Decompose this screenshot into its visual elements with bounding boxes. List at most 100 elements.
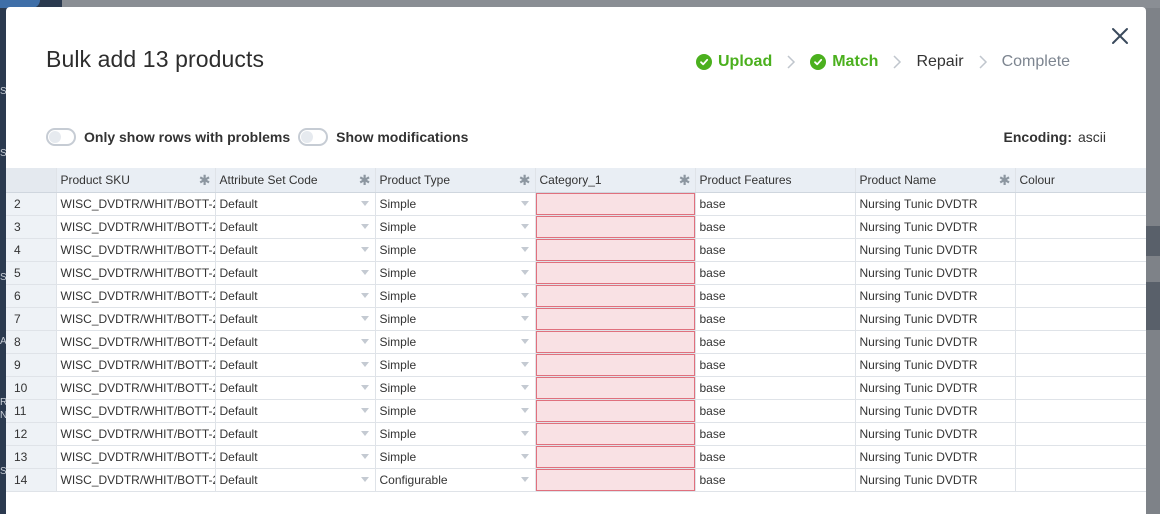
cell-product-type[interactable]: Simple	[375, 376, 536, 400]
cell-product-name[interactable]: Nursing Tunic DVDTR	[855, 353, 1016, 377]
dropdown-arrow-icon[interactable]	[520, 292, 529, 298]
cell-sku[interactable]: WISC_DVDTR/WHIT/BOTT-2	[56, 353, 216, 377]
cell-sku[interactable]: WISC_DVDTR/WHIT/BOTT-2	[56, 284, 216, 308]
cell-product-type[interactable]: Simple	[375, 399, 536, 423]
dropdown-arrow-icon[interactable]	[360, 384, 369, 390]
cell-features[interactable]: base	[695, 422, 856, 446]
cell-colour[interactable]	[1015, 353, 1146, 377]
cell-product-type[interactable]: Simple	[375, 215, 536, 239]
cell-colour[interactable]	[1015, 215, 1146, 239]
cell-features[interactable]: base	[695, 330, 856, 354]
toggle-switch[interactable]	[46, 128, 76, 146]
cell-product-name[interactable]: Nursing Tunic DVDTR	[855, 330, 1016, 354]
dropdown-arrow-icon[interactable]	[360, 200, 369, 206]
cell-sku[interactable]: WISC_DVDTR/WHIT/BOTT-2	[56, 330, 216, 354]
cell-product-name[interactable]: Nursing Tunic DVDTR	[855, 215, 1016, 239]
dropdown-arrow-icon[interactable]	[520, 384, 529, 390]
dropdown-arrow-icon[interactable]	[520, 223, 529, 229]
cell-category-error[interactable]	[535, 422, 696, 446]
cell-category-error[interactable]	[535, 215, 696, 239]
cell-features[interactable]: base	[695, 215, 856, 239]
column-header-colour[interactable]: Colour	[1015, 168, 1146, 193]
cell-product-type[interactable]: Simple	[375, 422, 536, 446]
cell-colour[interactable]	[1015, 192, 1146, 216]
toggle-modifications[interactable]: Show modifications	[298, 128, 468, 146]
toggle-problems[interactable]: Only show rows with problems	[46, 128, 290, 146]
cell-colour[interactable]	[1015, 376, 1146, 400]
cell-attribute-set[interactable]: Default	[215, 307, 376, 331]
dropdown-arrow-icon[interactable]	[360, 476, 369, 482]
dropdown-arrow-icon[interactable]	[360, 223, 369, 229]
cell-attribute-set[interactable]: Default	[215, 468, 376, 492]
cell-category-error[interactable]	[535, 330, 696, 354]
cell-attribute-set[interactable]: Default	[215, 399, 376, 423]
cell-sku[interactable]: WISC_DVDTR/WHIT/BOTT-2	[56, 399, 216, 423]
cell-product-type[interactable]: Simple	[375, 307, 536, 331]
cell-colour[interactable]	[1015, 330, 1146, 354]
cell-colour[interactable]	[1015, 399, 1146, 423]
cell-category-error[interactable]	[535, 307, 696, 331]
dropdown-arrow-icon[interactable]	[520, 338, 529, 344]
column-header-sku[interactable]: Product SKU ✱	[56, 168, 216, 193]
cell-category-error[interactable]	[535, 445, 696, 469]
cell-product-name[interactable]: Nursing Tunic DVDTR	[855, 468, 1016, 492]
cell-category-error[interactable]	[535, 284, 696, 308]
cell-sku[interactable]: WISC_DVDTR/WHIT/BOTT-2	[56, 307, 216, 331]
toggle-switch[interactable]	[298, 128, 329, 146]
cell-features[interactable]: base	[695, 399, 856, 423]
cell-product-type[interactable]: Simple	[375, 238, 536, 262]
column-header-attribute-set[interactable]: Attribute Set Code ✱	[215, 168, 376, 193]
cell-category-error[interactable]	[535, 353, 696, 377]
cell-product-type[interactable]: Simple	[375, 284, 536, 308]
cell-features[interactable]: base	[695, 307, 856, 331]
close-icon[interactable]	[1109, 25, 1131, 47]
dropdown-arrow-icon[interactable]	[520, 453, 529, 459]
cell-colour[interactable]	[1015, 284, 1146, 308]
column-header-features[interactable]: Product Features	[695, 168, 856, 193]
cell-colour[interactable]	[1015, 238, 1146, 262]
cell-attribute-set[interactable]: Default	[215, 422, 376, 446]
cell-attribute-set[interactable]: Default	[215, 261, 376, 285]
cell-colour[interactable]	[1015, 261, 1146, 285]
dropdown-arrow-icon[interactable]	[520, 200, 529, 206]
dropdown-arrow-icon[interactable]	[360, 453, 369, 459]
column-header-product-name[interactable]: Product Name ✱	[855, 168, 1016, 193]
cell-features[interactable]: base	[695, 238, 856, 262]
column-header-product-type[interactable]: Product Type ✱	[375, 168, 536, 193]
cell-category-error[interactable]	[535, 376, 696, 400]
cell-category-error[interactable]	[535, 261, 696, 285]
cell-sku[interactable]: WISC_DVDTR/WHIT/BOTT-2	[56, 376, 216, 400]
dropdown-arrow-icon[interactable]	[520, 315, 529, 321]
dropdown-arrow-icon[interactable]	[520, 361, 529, 367]
dropdown-arrow-icon[interactable]	[360, 315, 369, 321]
cell-category-error[interactable]	[535, 238, 696, 262]
cell-product-name[interactable]: Nursing Tunic DVDTR	[855, 284, 1016, 308]
dropdown-arrow-icon[interactable]	[360, 361, 369, 367]
cell-product-name[interactable]: Nursing Tunic DVDTR	[855, 422, 1016, 446]
cell-features[interactable]: base	[695, 445, 856, 469]
cell-attribute-set[interactable]: Default	[215, 376, 376, 400]
cell-product-type[interactable]: Simple	[375, 445, 536, 469]
dropdown-arrow-icon[interactable]	[360, 246, 369, 252]
cell-category-error[interactable]	[535, 399, 696, 423]
cell-product-type[interactable]: Simple	[375, 353, 536, 377]
cell-category-error[interactable]	[535, 192, 696, 216]
column-header-category[interactable]: Category_1 ✱	[535, 168, 696, 193]
cell-features[interactable]: base	[695, 376, 856, 400]
cell-features[interactable]: base	[695, 284, 856, 308]
dropdown-arrow-icon[interactable]	[360, 338, 369, 344]
cell-attribute-set[interactable]: Default	[215, 330, 376, 354]
cell-product-name[interactable]: Nursing Tunic DVDTR	[855, 307, 1016, 331]
cell-colour[interactable]	[1015, 422, 1146, 446]
dropdown-arrow-icon[interactable]	[520, 430, 529, 436]
dropdown-arrow-icon[interactable]	[520, 269, 529, 275]
cell-sku[interactable]: WISC_DVDTR/WHIT/BOTT-2	[56, 468, 216, 492]
cell-product-type[interactable]: Configurable	[375, 468, 536, 492]
cell-attribute-set[interactable]: Default	[215, 192, 376, 216]
cell-sku[interactable]: WISC_DVDTR/WHIT/BOTT-2	[56, 238, 216, 262]
cell-product-name[interactable]: Nursing Tunic DVDTR	[855, 376, 1016, 400]
cell-sku[interactable]: WISC_DVDTR/WHIT/BOTT-2	[56, 192, 216, 216]
cell-sku[interactable]: WISC_DVDTR/WHIT/BOTT-2	[56, 445, 216, 469]
step-upload[interactable]: Upload	[696, 53, 772, 71]
cell-features[interactable]: base	[695, 192, 856, 216]
